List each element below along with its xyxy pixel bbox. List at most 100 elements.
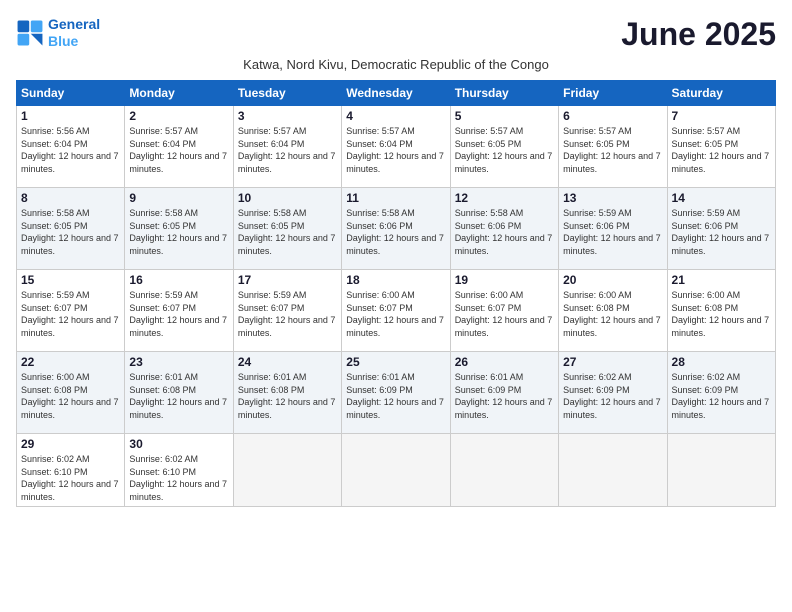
day-detail: Sunrise: 6:00 AMSunset: 6:08 PMDaylight:… bbox=[21, 372, 119, 420]
day-detail: Sunrise: 6:02 AMSunset: 6:10 PMDaylight:… bbox=[129, 454, 227, 502]
day-detail: Sunrise: 5:59 AMSunset: 6:06 PMDaylight:… bbox=[563, 208, 661, 256]
table-cell: 24 Sunrise: 6:01 AMSunset: 6:08 PMDaylig… bbox=[233, 352, 341, 434]
day-detail: Sunrise: 5:59 AMSunset: 6:07 PMDaylight:… bbox=[129, 290, 227, 338]
day-number: 7 bbox=[672, 109, 771, 123]
day-number: 4 bbox=[346, 109, 445, 123]
day-number: 12 bbox=[455, 191, 554, 205]
table-cell: 19 Sunrise: 6:00 AMSunset: 6:07 PMDaylig… bbox=[450, 270, 558, 352]
table-cell: 29 Sunrise: 6:02 AMSunset: 6:10 PMDaylig… bbox=[17, 434, 125, 507]
day-number: 2 bbox=[129, 109, 228, 123]
day-number: 19 bbox=[455, 273, 554, 287]
day-detail: Sunrise: 6:01 AMSunset: 6:09 PMDaylight:… bbox=[346, 372, 444, 420]
table-cell: 18 Sunrise: 6:00 AMSunset: 6:07 PMDaylig… bbox=[342, 270, 450, 352]
day-number: 20 bbox=[563, 273, 662, 287]
table-cell: 20 Sunrise: 6:00 AMSunset: 6:08 PMDaylig… bbox=[559, 270, 667, 352]
subtitle: Katwa, Nord Kivu, Democratic Republic of… bbox=[16, 57, 776, 72]
table-cell bbox=[559, 434, 667, 507]
day-detail: Sunrise: 5:59 AMSunset: 6:06 PMDaylight:… bbox=[672, 208, 770, 256]
table-cell: 13 Sunrise: 5:59 AMSunset: 6:06 PMDaylig… bbox=[559, 188, 667, 270]
day-detail: Sunrise: 5:57 AMSunset: 6:05 PMDaylight:… bbox=[672, 126, 770, 174]
logo: General Blue bbox=[16, 16, 100, 50]
table-cell: 21 Sunrise: 6:00 AMSunset: 6:08 PMDaylig… bbox=[667, 270, 775, 352]
col-monday: Monday bbox=[125, 81, 233, 106]
day-number: 23 bbox=[129, 355, 228, 369]
day-detail: Sunrise: 5:59 AMSunset: 6:07 PMDaylight:… bbox=[21, 290, 119, 338]
table-cell: 10 Sunrise: 5:58 AMSunset: 6:05 PMDaylig… bbox=[233, 188, 341, 270]
day-number: 29 bbox=[21, 437, 120, 451]
table-cell: 4 Sunrise: 5:57 AMSunset: 6:04 PMDayligh… bbox=[342, 106, 450, 188]
page: General Blue June 2025 Katwa, Nord Kivu,… bbox=[0, 0, 792, 612]
table-cell: 5 Sunrise: 5:57 AMSunset: 6:05 PMDayligh… bbox=[450, 106, 558, 188]
day-detail: Sunrise: 5:58 AMSunset: 6:06 PMDaylight:… bbox=[455, 208, 553, 256]
table-cell bbox=[667, 434, 775, 507]
table-cell: 7 Sunrise: 5:57 AMSunset: 6:05 PMDayligh… bbox=[667, 106, 775, 188]
day-number: 10 bbox=[238, 191, 337, 205]
calendar-table: Sunday Monday Tuesday Wednesday Thursday… bbox=[16, 80, 776, 507]
table-cell: 22 Sunrise: 6:00 AMSunset: 6:08 PMDaylig… bbox=[17, 352, 125, 434]
table-cell: 17 Sunrise: 5:59 AMSunset: 6:07 PMDaylig… bbox=[233, 270, 341, 352]
col-saturday: Saturday bbox=[667, 81, 775, 106]
month-title: June 2025 bbox=[621, 16, 776, 53]
day-detail: Sunrise: 6:00 AMSunset: 6:08 PMDaylight:… bbox=[563, 290, 661, 338]
logo-text: General Blue bbox=[48, 16, 100, 50]
table-cell bbox=[450, 434, 558, 507]
calendar-row: 1 Sunrise: 5:56 AMSunset: 6:04 PMDayligh… bbox=[17, 106, 776, 188]
day-detail: Sunrise: 5:57 AMSunset: 6:04 PMDaylight:… bbox=[346, 126, 444, 174]
col-wednesday: Wednesday bbox=[342, 81, 450, 106]
table-cell: 12 Sunrise: 5:58 AMSunset: 6:06 PMDaylig… bbox=[450, 188, 558, 270]
day-number: 14 bbox=[672, 191, 771, 205]
day-number: 24 bbox=[238, 355, 337, 369]
day-number: 28 bbox=[672, 355, 771, 369]
table-cell: 8 Sunrise: 5:58 AMSunset: 6:05 PMDayligh… bbox=[17, 188, 125, 270]
table-cell: 23 Sunrise: 6:01 AMSunset: 6:08 PMDaylig… bbox=[125, 352, 233, 434]
day-detail: Sunrise: 5:57 AMSunset: 6:05 PMDaylight:… bbox=[455, 126, 553, 174]
day-detail: Sunrise: 5:58 AMSunset: 6:05 PMDaylight:… bbox=[21, 208, 119, 256]
day-detail: Sunrise: 5:58 AMSunset: 6:06 PMDaylight:… bbox=[346, 208, 444, 256]
day-number: 16 bbox=[129, 273, 228, 287]
day-number: 3 bbox=[238, 109, 337, 123]
day-detail: Sunrise: 5:57 AMSunset: 6:04 PMDaylight:… bbox=[238, 126, 336, 174]
col-tuesday: Tuesday bbox=[233, 81, 341, 106]
day-number: 25 bbox=[346, 355, 445, 369]
day-number: 1 bbox=[21, 109, 120, 123]
day-number: 27 bbox=[563, 355, 662, 369]
day-detail: Sunrise: 6:02 AMSunset: 6:09 PMDaylight:… bbox=[563, 372, 661, 420]
day-detail: Sunrise: 6:00 AMSunset: 6:08 PMDaylight:… bbox=[672, 290, 770, 338]
day-detail: Sunrise: 6:01 AMSunset: 6:08 PMDaylight:… bbox=[129, 372, 227, 420]
day-number: 26 bbox=[455, 355, 554, 369]
day-detail: Sunrise: 5:57 AMSunset: 6:04 PMDaylight:… bbox=[129, 126, 227, 174]
table-cell: 26 Sunrise: 6:01 AMSunset: 6:09 PMDaylig… bbox=[450, 352, 558, 434]
day-number: 5 bbox=[455, 109, 554, 123]
table-cell bbox=[342, 434, 450, 507]
header: General Blue June 2025 bbox=[16, 16, 776, 53]
table-cell: 1 Sunrise: 5:56 AMSunset: 6:04 PMDayligh… bbox=[17, 106, 125, 188]
day-detail: Sunrise: 5:58 AMSunset: 6:05 PMDaylight:… bbox=[129, 208, 227, 256]
col-thursday: Thursday bbox=[450, 81, 558, 106]
day-number: 22 bbox=[21, 355, 120, 369]
table-cell: 6 Sunrise: 5:57 AMSunset: 6:05 PMDayligh… bbox=[559, 106, 667, 188]
table-cell: 3 Sunrise: 5:57 AMSunset: 6:04 PMDayligh… bbox=[233, 106, 341, 188]
calendar-row: 15 Sunrise: 5:59 AMSunset: 6:07 PMDaylig… bbox=[17, 270, 776, 352]
logo-line2: Blue bbox=[48, 33, 100, 50]
day-number: 11 bbox=[346, 191, 445, 205]
day-number: 21 bbox=[672, 273, 771, 287]
day-number: 8 bbox=[21, 191, 120, 205]
col-friday: Friday bbox=[559, 81, 667, 106]
table-cell: 16 Sunrise: 5:59 AMSunset: 6:07 PMDaylig… bbox=[125, 270, 233, 352]
day-number: 9 bbox=[129, 191, 228, 205]
calendar-header-row: Sunday Monday Tuesday Wednesday Thursday… bbox=[17, 81, 776, 106]
day-detail: Sunrise: 6:02 AMSunset: 6:09 PMDaylight:… bbox=[672, 372, 770, 420]
day-detail: Sunrise: 5:57 AMSunset: 6:05 PMDaylight:… bbox=[563, 126, 661, 174]
day-detail: Sunrise: 5:58 AMSunset: 6:05 PMDaylight:… bbox=[238, 208, 336, 256]
day-number: 13 bbox=[563, 191, 662, 205]
col-sunday: Sunday bbox=[17, 81, 125, 106]
day-detail: Sunrise: 6:00 AMSunset: 6:07 PMDaylight:… bbox=[455, 290, 553, 338]
table-cell: 25 Sunrise: 6:01 AMSunset: 6:09 PMDaylig… bbox=[342, 352, 450, 434]
day-number: 17 bbox=[238, 273, 337, 287]
calendar-row: 29 Sunrise: 6:02 AMSunset: 6:10 PMDaylig… bbox=[17, 434, 776, 507]
calendar-row: 8 Sunrise: 5:58 AMSunset: 6:05 PMDayligh… bbox=[17, 188, 776, 270]
day-detail: Sunrise: 6:01 AMSunset: 6:09 PMDaylight:… bbox=[455, 372, 553, 420]
table-cell: 15 Sunrise: 5:59 AMSunset: 6:07 PMDaylig… bbox=[17, 270, 125, 352]
day-number: 18 bbox=[346, 273, 445, 287]
table-cell: 14 Sunrise: 5:59 AMSunset: 6:06 PMDaylig… bbox=[667, 188, 775, 270]
